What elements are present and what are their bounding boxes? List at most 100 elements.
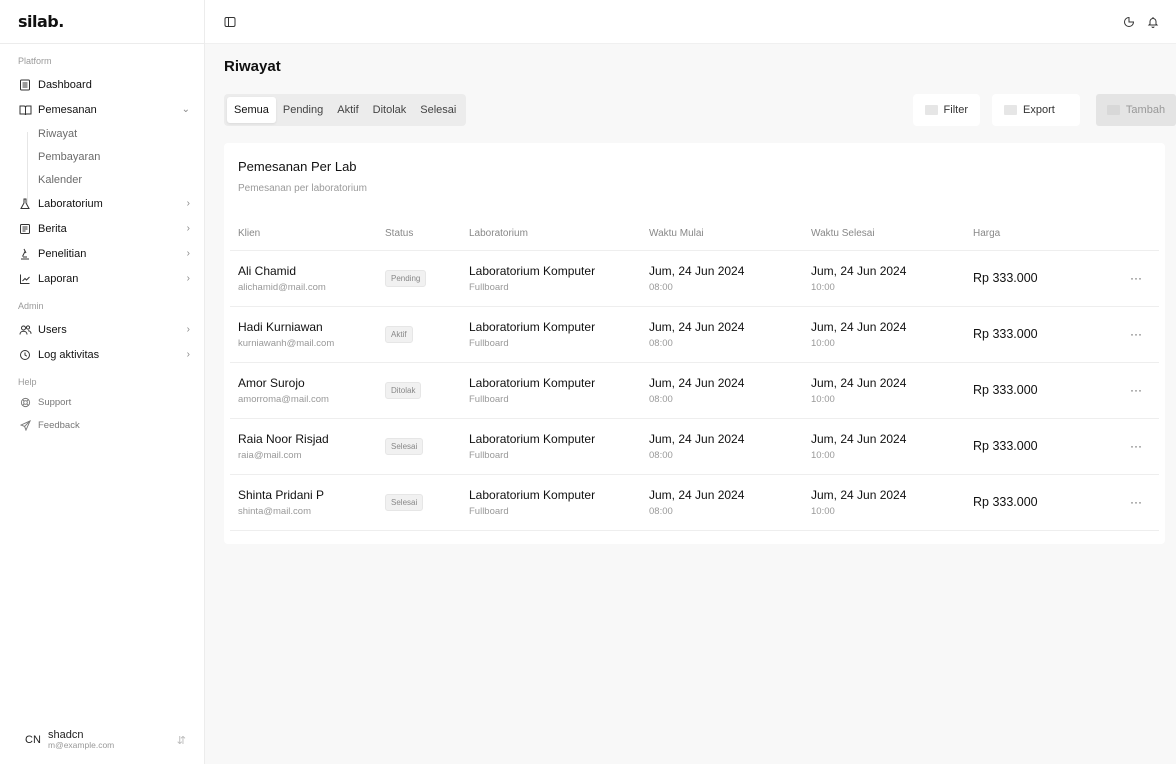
sidebar-item-berita[interactable]: Berita ›	[0, 216, 204, 241]
status-badge: Ditolak	[385, 381, 422, 399]
sidebar-toggle-icon[interactable]	[221, 13, 239, 31]
export-button[interactable]: Export	[992, 94, 1080, 126]
bookings-table: Klien Status Laboratorium Waktu Mulai Wa…	[230, 217, 1159, 531]
chevron-right-icon: ›	[186, 349, 190, 360]
table-row[interactable]: Ali Chamid alichamid@mail.com Pending Lab…	[230, 250, 1159, 307]
table-header-row: Klien Status Laboratorium Waktu Mulai Wa…	[230, 217, 1159, 251]
column-header-klien[interactable]: Klien	[230, 217, 377, 251]
tab-pending[interactable]: Pending	[276, 97, 330, 123]
user-info: shadcn m@example.com	[48, 729, 177, 750]
sidebar-item-support[interactable]: Support	[0, 391, 204, 414]
start-time: 08:00	[649, 281, 673, 293]
end-time: 10:00	[811, 449, 835, 461]
sidebar-item-label: Support	[38, 397, 72, 408]
lab-package: Fullboard	[469, 281, 509, 293]
column-header-waktu-mulai[interactable]: Waktu Mulai	[641, 217, 803, 251]
table-row[interactable]: Raia Noor Risjad raia@mail.com Selesai La…	[230, 418, 1159, 475]
start-time: 08:00	[649, 505, 673, 517]
theme-toggle-icon[interactable]	[1120, 13, 1138, 31]
client-name: Hadi Kurniawan	[238, 319, 323, 334]
add-label: Tambah	[1125, 104, 1166, 116]
add-button[interactable]: Tambah	[1096, 94, 1176, 126]
end-time: 10:00	[811, 505, 835, 517]
client-email: shinta@mail.com	[238, 505, 311, 517]
avatar: CN	[25, 734, 41, 746]
chevron-down-icon: ⌄	[181, 104, 190, 115]
start-date: Jum, 24 Jun 2024	[649, 319, 745, 334]
filter-button[interactable]: Filter	[912, 94, 980, 126]
sidebar-item-label: Penelitian	[38, 247, 87, 260]
end-date: Jum, 24 Jun 2024	[811, 263, 907, 278]
dashboard-icon	[18, 78, 32, 92]
users-icon	[18, 323, 32, 337]
sidebar-item-label: Dashboard	[38, 78, 92, 91]
sidebar: silab. Platform Dashboard Pemesanan ⌄ Ri…	[0, 0, 205, 764]
column-header-status[interactable]: Status	[377, 217, 461, 251]
table-row[interactable]: Amor Surojo amorroma@mail.com Ditolak Lab…	[230, 362, 1159, 419]
lab-name: Laboratorium Komputer	[469, 263, 596, 278]
tab-selesai[interactable]: Selesai	[413, 97, 463, 123]
sidebar-item-log-aktivitas[interactable]: Log aktivitas ›	[0, 342, 204, 367]
price: Rp 333.000	[973, 271, 1038, 285]
lab-package: Fullboard	[469, 449, 509, 461]
start-date: Jum, 24 Jun 2024	[649, 263, 745, 278]
chevron-right-icon: ›	[186, 223, 190, 234]
microscope-icon	[18, 247, 32, 261]
card-title: Pemesanan Per Lab	[238, 159, 357, 174]
activity-log-icon	[18, 348, 32, 362]
line-chart-icon	[18, 272, 32, 286]
user-email: m@example.com	[48, 740, 115, 751]
more-options-icon[interactable]: ···	[1105, 250, 1159, 307]
table-row[interactable]: Hadi Kurniawan kurniawanh@mail.com Aktif …	[230, 306, 1159, 363]
end-date: Jum, 24 Jun 2024	[811, 319, 907, 334]
sidebar-item-laboratorium[interactable]: Laboratorium ›	[0, 191, 204, 216]
sidebar-subitem-kalender[interactable]: Kalender	[0, 168, 204, 191]
topbar	[205, 0, 1176, 44]
sidebar-item-feedback[interactable]: Feedback	[0, 414, 204, 437]
tab-ditolak[interactable]: Ditolak	[366, 97, 414, 123]
sidebar-subitem-pembayaran[interactable]: Pembayaran	[0, 145, 204, 168]
sidebar-item-penelitian[interactable]: Penelitian ›	[0, 241, 204, 266]
table-row[interactable]: Shinta Pridani Pshinta@mail.com Selesai …	[230, 474, 1159, 531]
sidebar-item-laporan[interactable]: Laporan ›	[0, 266, 204, 291]
flask-icon	[18, 197, 32, 211]
export-label: Export	[1023, 104, 1055, 116]
filter-icon	[924, 105, 938, 115]
sidebar-item-label: Berita	[38, 222, 67, 235]
sidebar-item-label: Laporan	[38, 272, 79, 285]
client-name: Raia Noor Risjad	[238, 431, 329, 446]
end-time: 10:00	[811, 281, 835, 293]
end-time: 10:00	[811, 393, 835, 405]
book-open-icon	[18, 103, 32, 117]
column-header-harga[interactable]: Harga	[965, 217, 1105, 251]
sidebar-subitem-riwayat[interactable]: Riwayat	[0, 122, 204, 145]
client-name: Ali Chamid	[238, 263, 297, 278]
more-options-icon[interactable]: ···	[1105, 362, 1159, 419]
more-options-icon[interactable]: ···	[1105, 418, 1159, 475]
sidebar-item-label: Pemesanan	[38, 103, 97, 116]
tab-semua[interactable]: Semua	[227, 97, 276, 123]
end-date: Jum, 24 Jun 2024	[811, 375, 907, 390]
user-menu[interactable]: CN shadcn m@example.com ⇵	[10, 722, 194, 758]
sidebar-item-users[interactable]: Users ›	[0, 317, 204, 342]
section-label-help: Help	[18, 377, 37, 387]
newspaper-icon	[18, 222, 32, 236]
column-header-laboratorium[interactable]: Laboratorium	[461, 217, 641, 251]
tab-aktif[interactable]: Aktif	[330, 97, 365, 123]
client-email: raia@mail.com	[238, 449, 302, 461]
sidebar-item-label: Log aktivitas	[38, 348, 100, 361]
notification-bell-icon[interactable]	[1144, 13, 1162, 31]
sidebar-item-pemesanan[interactable]: Pemesanan ⌄	[0, 97, 204, 122]
sidebar-item-dashboard[interactable]: Dashboard	[0, 72, 204, 97]
client-name: Amor Surojo	[238, 375, 305, 390]
app-logo[interactable]: silab.	[0, 0, 204, 44]
price: Rp 333.000	[973, 439, 1038, 453]
more-options-icon[interactable]: ···	[1105, 474, 1159, 531]
lab-name: Laboratorium Komputer	[469, 375, 596, 390]
action-bar: Filter Export Tambah	[912, 94, 1176, 126]
lab-name: Laboratorium Komputer	[469, 487, 596, 502]
sidebar-item-label: Feedback	[38, 420, 80, 431]
status-badge: Selesai	[385, 493, 424, 511]
column-header-waktu-selesai[interactable]: Waktu Selesai	[803, 217, 965, 251]
more-options-icon[interactable]: ···	[1105, 306, 1159, 363]
